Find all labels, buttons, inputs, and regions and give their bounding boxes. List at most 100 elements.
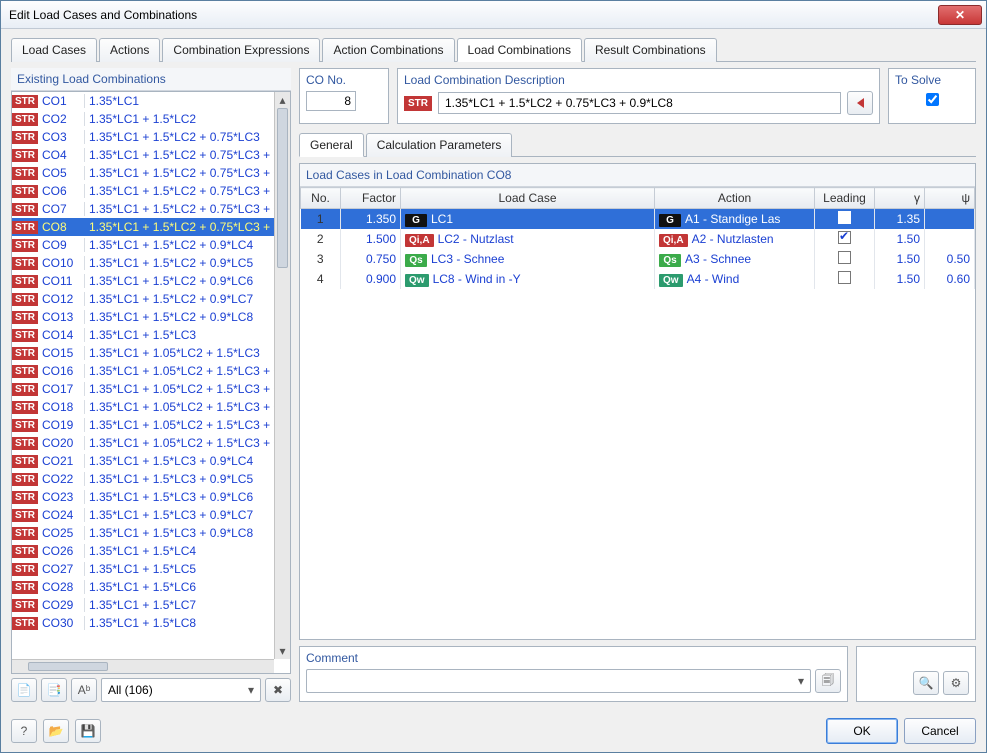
combo-row-co20[interactable]: STRCO201.35*LC1 + 1.05*LC2 + 1.5*LC3 + 0 [12, 434, 274, 452]
co-no-input[interactable] [306, 91, 356, 111]
combo-row-co18[interactable]: STRCO181.35*LC1 + 1.05*LC2 + 1.5*LC3 + 0 [12, 398, 274, 416]
cancel-button[interactable]: Cancel [904, 718, 976, 744]
cell-leading[interactable] [815, 229, 875, 249]
comment-pick-button[interactable]: 🗐 [815, 669, 841, 693]
filter-combo[interactable]: All (106) ▾ [101, 678, 261, 702]
cell-loadcase[interactable]: Qi,ALC2 - Nutzlast [401, 229, 655, 249]
comment-combo[interactable]: ▾ [306, 669, 811, 693]
combo-row-co14[interactable]: STRCO141.35*LC1 + 1.5*LC3 [12, 326, 274, 344]
cell-leading[interactable] [815, 249, 875, 269]
combo-row-co3[interactable]: STRCO31.35*LC1 + 1.5*LC2 + 0.75*LC3 [12, 128, 274, 146]
cell-loadcase[interactable]: QwLC8 - Wind in -Y [401, 269, 655, 289]
col-factor[interactable]: Factor [341, 188, 401, 209]
help-button[interactable]: ? [11, 719, 37, 743]
cell-factor[interactable]: 0.900 [341, 269, 401, 289]
sort-combo-button[interactable]: Aᵇ [71, 678, 97, 702]
combo-row-co11[interactable]: STRCO111.35*LC1 + 1.5*LC2 + 0.9*LC6 [12, 272, 274, 290]
combo-row-co15[interactable]: STRCO151.35*LC1 + 1.05*LC2 + 1.5*LC3 [12, 344, 274, 362]
cell-psi[interactable] [925, 209, 975, 230]
details-button[interactable]: 🔍 [913, 671, 939, 695]
col-no[interactable]: No. [301, 188, 341, 209]
combo-row-co12[interactable]: STRCO121.35*LC1 + 1.5*LC2 + 0.9*LC7 [12, 290, 274, 308]
combo-row-co5[interactable]: STRCO51.35*LC1 + 1.5*LC2 + 0.75*LC3 + 0 [12, 164, 274, 182]
cell-gamma[interactable]: 1.35 [875, 209, 925, 230]
combo-row-co19[interactable]: STRCO191.35*LC1 + 1.05*LC2 + 1.5*LC3 + 0 [12, 416, 274, 434]
table-row[interactable]: 30.750QsLC3 - SchneeQsA3 - Schnee1.500.5… [301, 249, 975, 269]
combo-row-co13[interactable]: STRCO131.35*LC1 + 1.5*LC2 + 0.9*LC8 [12, 308, 274, 326]
cell-loadcase[interactable]: QsLC3 - Schnee [401, 249, 655, 269]
tab-actions[interactable]: Actions [99, 38, 160, 62]
combo-list[interactable]: STRCO11.35*LC1STRCO21.35*LC1 + 1.5*LC2ST… [12, 92, 274, 659]
leading-checkbox[interactable] [838, 211, 851, 224]
delete-combo-button[interactable]: ✖ [265, 678, 291, 702]
to-solve-checkbox[interactable] [899, 93, 966, 106]
window-close-button[interactable]: ✕ [938, 5, 982, 25]
settings-button[interactable]: ⚙ [943, 671, 969, 695]
combo-row-co6[interactable]: STRCO61.35*LC1 + 1.5*LC2 + 0.75*LC3 + 0 [12, 182, 274, 200]
leading-checkbox[interactable] [838, 271, 851, 284]
ok-button[interactable]: OK [826, 718, 898, 744]
cell-action[interactable]: QsA3 - Schnee [655, 249, 815, 269]
combo-row-co4[interactable]: STRCO41.35*LC1 + 1.5*LC2 + 0.75*LC3 + 0 [12, 146, 274, 164]
cell-factor[interactable]: 1.350 [341, 209, 401, 230]
combo-row-co9[interactable]: STRCO91.35*LC1 + 1.5*LC2 + 0.9*LC4 [12, 236, 274, 254]
list-scrollbar-vertical[interactable]: ▴ ▾ [274, 92, 290, 659]
combo-row-co10[interactable]: STRCO101.35*LC1 + 1.5*LC2 + 0.9*LC5 [12, 254, 274, 272]
new-combo-button[interactable]: 📄 [11, 678, 37, 702]
tab-action-combinations[interactable]: Action Combinations [322, 38, 454, 62]
cell-gamma[interactable]: 1.50 [875, 269, 925, 289]
combo-row-co24[interactable]: STRCO241.35*LC1 + 1.5*LC3 + 0.9*LC7 [12, 506, 274, 524]
combo-row-co25[interactable]: STRCO251.35*LC1 + 1.5*LC3 + 0.9*LC8 [12, 524, 274, 542]
cell-action[interactable]: QwA4 - Wind [655, 269, 815, 289]
combo-row-co26[interactable]: STRCO261.35*LC1 + 1.5*LC4 [12, 542, 274, 560]
grid-body[interactable]: No. Factor Load Case Action Leading γ ψ … [300, 187, 975, 639]
combo-row-co30[interactable]: STRCO301.35*LC1 + 1.5*LC8 [12, 614, 274, 632]
cell-psi[interactable]: 0.50 [925, 249, 975, 269]
col-loadcase[interactable]: Load Case [401, 188, 655, 209]
table-row[interactable]: 11.350GLC1GA1 - Standige Las1.35 [301, 209, 975, 230]
leading-checkbox[interactable] [838, 251, 851, 264]
cell-leading[interactable] [815, 209, 875, 230]
scroll-down-icon[interactable]: ▾ [275, 643, 290, 659]
subtab-calculation-parameters[interactable]: Calculation Parameters [366, 133, 513, 157]
description-back-button[interactable] [847, 91, 873, 115]
scroll-thumb-horizontal[interactable] [28, 662, 108, 671]
open-button[interactable]: 📂 [43, 719, 69, 743]
cell-loadcase[interactable]: GLC1 [401, 209, 655, 230]
tab-combination-expressions[interactable]: Combination Expressions [162, 38, 320, 62]
col-gamma[interactable]: γ [875, 188, 925, 209]
scroll-up-icon[interactable]: ▴ [275, 92, 290, 108]
description-input[interactable] [438, 92, 841, 114]
col-psi[interactable]: ψ [925, 188, 975, 209]
table-row[interactable]: 40.900QwLC8 - Wind in -YQwA4 - Wind1.500… [301, 269, 975, 289]
cell-gamma[interactable]: 1.50 [875, 249, 925, 269]
combo-row-co29[interactable]: STRCO291.35*LC1 + 1.5*LC7 [12, 596, 274, 614]
combo-row-co17[interactable]: STRCO171.35*LC1 + 1.05*LC2 + 1.5*LC3 + 0 [12, 380, 274, 398]
table-row[interactable]: 21.500Qi,ALC2 - NutzlastQi,AA2 - Nutzlas… [301, 229, 975, 249]
combo-row-co21[interactable]: STRCO211.35*LC1 + 1.5*LC3 + 0.9*LC4 [12, 452, 274, 470]
tab-load-combinations[interactable]: Load Combinations [457, 38, 582, 62]
list-scrollbar-horizontal[interactable] [12, 659, 274, 673]
tab-load-cases[interactable]: Load Cases [11, 38, 97, 62]
combo-row-co8[interactable]: STRCO81.35*LC1 + 1.5*LC2 + 0.75*LC3 + 0 [12, 218, 274, 236]
cell-action[interactable]: Qi,AA2 - Nutzlasten [655, 229, 815, 249]
combo-row-co16[interactable]: STRCO161.35*LC1 + 1.05*LC2 + 1.5*LC3 + 0 [12, 362, 274, 380]
combo-row-co22[interactable]: STRCO221.35*LC1 + 1.5*LC3 + 0.9*LC5 [12, 470, 274, 488]
scroll-thumb-vertical[interactable] [277, 108, 288, 268]
cell-psi[interactable] [925, 229, 975, 249]
combo-row-co28[interactable]: STRCO281.35*LC1 + 1.5*LC6 [12, 578, 274, 596]
copy-combo-button[interactable]: 📑 [41, 678, 67, 702]
col-leading[interactable]: Leading [815, 188, 875, 209]
cell-factor[interactable]: 0.750 [341, 249, 401, 269]
cell-action[interactable]: GA1 - Standige Las [655, 209, 815, 230]
col-action[interactable]: Action [655, 188, 815, 209]
combo-row-co7[interactable]: STRCO71.35*LC1 + 1.5*LC2 + 0.75*LC3 + 0 [12, 200, 274, 218]
save-button[interactable]: 💾 [75, 719, 101, 743]
cell-leading[interactable] [815, 269, 875, 289]
combo-row-co1[interactable]: STRCO11.35*LC1 [12, 92, 274, 110]
tab-result-combinations[interactable]: Result Combinations [584, 38, 717, 62]
combo-row-co27[interactable]: STRCO271.35*LC1 + 1.5*LC5 [12, 560, 274, 578]
subtab-general[interactable]: General [299, 133, 364, 157]
leading-checkbox[interactable] [838, 231, 851, 244]
combo-row-co23[interactable]: STRCO231.35*LC1 + 1.5*LC3 + 0.9*LC6 [12, 488, 274, 506]
